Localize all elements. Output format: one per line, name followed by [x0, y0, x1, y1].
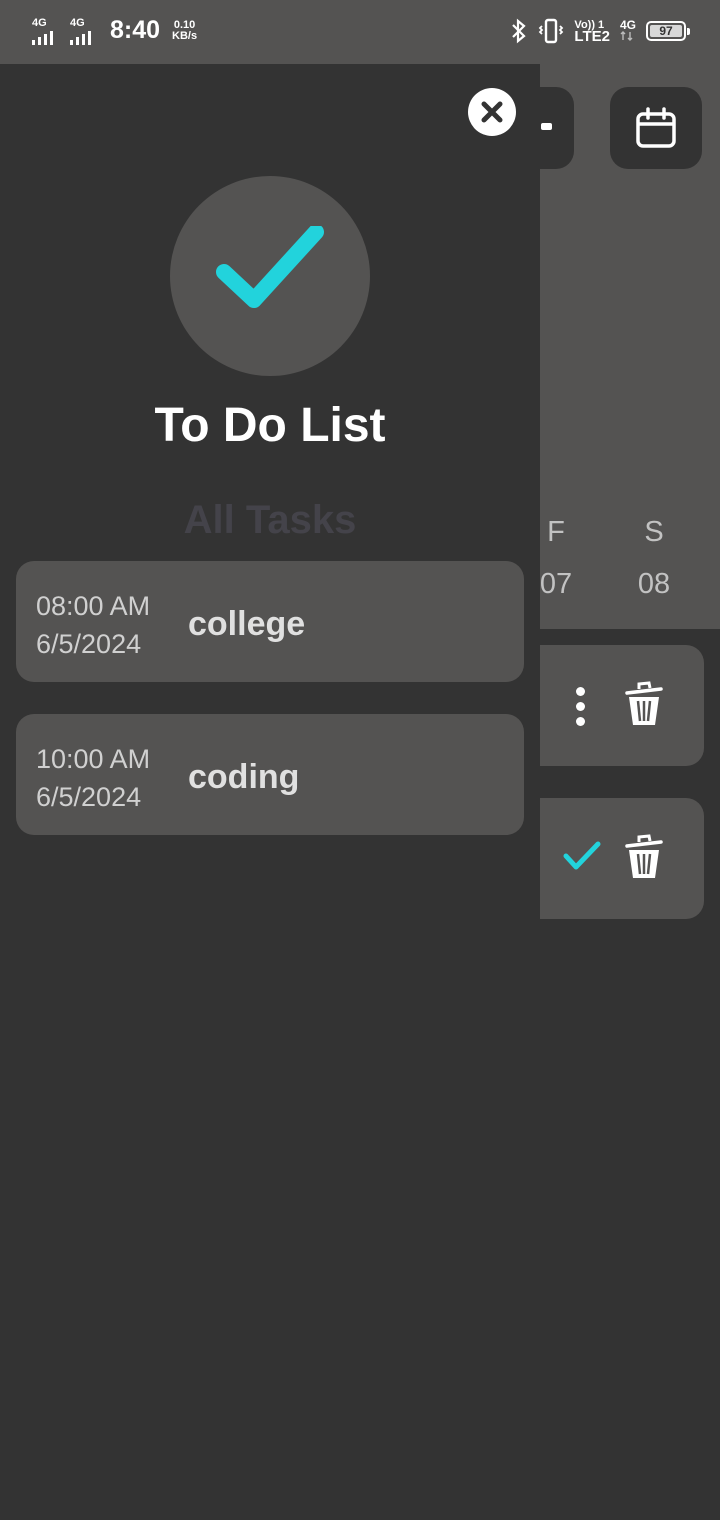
trash-icon[interactable] — [624, 832, 664, 882]
speed-unit: KB/s — [172, 29, 198, 42]
task-item-coding[interactable]: 10:00 AM 6/5/2024 coding — [16, 714, 524, 835]
task-name: coding — [188, 758, 300, 796]
clock: 8:40 — [110, 16, 161, 44]
battery-icon: 97 — [646, 21, 690, 41]
more-vertical-icon[interactable] — [576, 687, 585, 726]
weekday-letter-sat: S — [644, 516, 664, 548]
task-name: college — [188, 605, 306, 643]
lte-label: LTE2 — [574, 28, 610, 45]
check-icon[interactable] — [562, 840, 602, 874]
weekday-letter-fri: F — [547, 516, 565, 548]
vibrate-icon — [539, 18, 564, 44]
task-datetime: 10:00 AM 6/5/2024 — [36, 740, 150, 816]
app-title: To Do List — [154, 399, 386, 452]
data-arrows-icon — [620, 31, 633, 41]
calendar-icon — [636, 107, 676, 148]
close-drawer-button[interactable] — [468, 88, 516, 136]
status-right: Vo)) 1 LTE2 4G 97 — [510, 18, 690, 45]
speed-value: 0.10 — [173, 18, 196, 31]
all-tasks-heading: All Tasks — [183, 498, 357, 542]
data-network-label: 4G — [619, 18, 636, 32]
calendar-button[interactable] — [610, 87, 702, 169]
battery-level: 97 — [659, 24, 673, 38]
status-left: 4G 4G 8:40 0.10 KB/s — [30, 16, 197, 45]
network-speed: 0.10 KB/s — [172, 18, 198, 42]
task-time: 08:00 AM — [36, 591, 151, 621]
task-time: 10:00 AM — [36, 744, 151, 774]
background-task-card-1 — [540, 645, 704, 766]
app-logo — [170, 176, 370, 376]
network-type-1: 4G — [32, 16, 47, 29]
network-type-2: 4G — [70, 16, 85, 29]
close-icon — [481, 101, 503, 123]
data-indicator: 4G — [620, 19, 636, 43]
task-datetime: 08:00 AM 6/5/2024 — [36, 587, 150, 663]
trash-icon[interactable] — [624, 679, 664, 729]
signal-2-icon: 4G — [68, 17, 98, 45]
background-task-card-2 — [540, 798, 704, 919]
date-number-08[interactable]: 08 — [624, 568, 684, 601]
status-bar: 4G 4G 8:40 0.10 KB/s Vo)) 1 LTE2 4G 97 — [0, 0, 720, 64]
checkmark-icon — [216, 226, 324, 308]
signal-1-icon: 4G — [30, 17, 60, 45]
volte-indicator: Vo)) 1 LTE2 — [574, 19, 610, 45]
bluetooth-icon — [512, 18, 527, 44]
task-date: 6/5/2024 — [36, 629, 142, 659]
task-item-college[interactable]: 08:00 AM 6/5/2024 college — [16, 561, 524, 682]
task-date: 6/5/2024 — [36, 782, 142, 812]
